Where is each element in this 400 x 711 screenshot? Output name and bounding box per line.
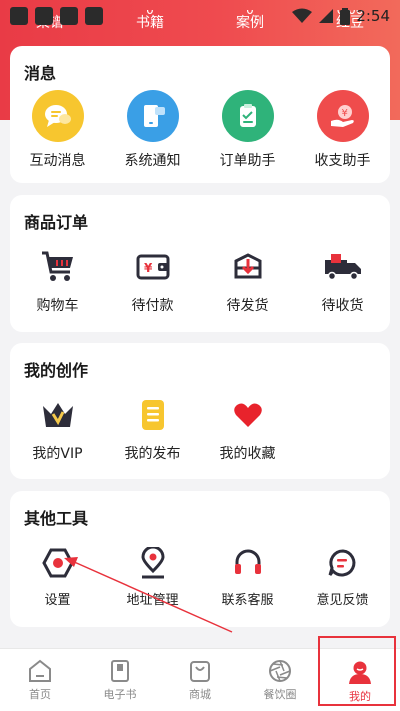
notification-icon (35, 7, 53, 25)
headset-icon (228, 543, 268, 583)
nav-dining-circle[interactable]: 餐饮圈 (240, 649, 320, 711)
location-pin-icon (133, 543, 173, 583)
orders-card: 商品订单 购物车 ¥ 待付款 待发货 待收货 (10, 195, 390, 332)
settings-item[interactable]: 设置 (10, 543, 105, 608)
customer-service-label: 联系客服 (221, 593, 274, 608)
notification-icon (60, 7, 78, 25)
system-notice-label: 系统通知 (124, 153, 181, 169)
tools-title: 其他工具 (24, 509, 89, 528)
delivery-truck-icon (323, 247, 363, 287)
settings-label: 设置 (44, 593, 71, 608)
pending-payment-label: 待付款 (131, 298, 174, 314)
creations-title: 我的创作 (24, 361, 89, 380)
phone-notification-icon (126, 90, 179, 142)
chat-bubble-icon (31, 90, 84, 142)
status-time: 2:54 (356, 7, 390, 25)
my-favorites-item[interactable]: 我的收藏 (200, 395, 295, 463)
interactive-messages-label: 互动消息 (29, 153, 86, 169)
home-icon (29, 659, 51, 682)
address-management-label: 地址管理 (126, 593, 179, 608)
notification-icon (10, 7, 28, 25)
pending-receipt-label: 待收货 (321, 298, 364, 314)
money-hand-icon: ¥ (316, 90, 369, 142)
battery-icon (340, 7, 351, 25)
system-notice-item[interactable]: 系统通知 (105, 90, 200, 170)
nav-mall-label: 商城 (189, 688, 211, 701)
feedback-icon (323, 543, 363, 583)
shopping-cart-icon (38, 247, 78, 287)
interactive-messages-item[interactable]: 互动消息 (10, 90, 105, 170)
address-management-item[interactable]: 地址管理 (105, 543, 200, 608)
wifi-icon (292, 8, 313, 23)
pending-receipt-item[interactable]: 待收货 (295, 247, 390, 315)
messages-title: 消息 (24, 64, 57, 83)
nav-mall[interactable]: 商城 (160, 649, 240, 711)
clipboard-check-icon (221, 90, 274, 142)
feedback-label: 意见反馈 (316, 593, 369, 608)
ebook-icon (111, 660, 129, 682)
my-posts-item[interactable]: 我的发布 (105, 395, 200, 463)
shopping-bag-icon (190, 661, 210, 682)
pending-shipment-label: 待发货 (226, 298, 269, 314)
package-icon (228, 247, 268, 287)
document-icon (133, 395, 173, 435)
status-bar: 2:54 (0, 0, 400, 32)
nav-dining-circle-label: 餐饮圈 (263, 688, 297, 701)
settings-icon (38, 543, 78, 583)
wallet-icon: ¥ (133, 247, 173, 287)
nav-ebook-label: 电子书 (103, 688, 137, 701)
notification-icon (85, 7, 103, 25)
svg-text:¥: ¥ (144, 261, 153, 275)
signal-icon (319, 9, 334, 23)
pending-shipment-item[interactable]: 待发货 (200, 247, 295, 315)
nav-home[interactable]: 首页 (0, 649, 80, 711)
customer-service-item[interactable]: 联系客服 (200, 543, 295, 608)
messages-card: 消息 互动消息 系统通知 订单助手 ¥ 收支助手 (10, 46, 390, 183)
nav-ebook[interactable]: 电子书 (80, 649, 160, 711)
shopping-cart-item[interactable]: 购物车 (10, 247, 105, 315)
creations-card: 我的创作 我的VIP 我的发布 我的收藏 (10, 343, 390, 479)
vip-crown-icon (38, 395, 78, 435)
pending-payment-item[interactable]: ¥ 待付款 (105, 247, 200, 315)
finance-assistant-item[interactable]: ¥ 收支助手 (295, 90, 390, 170)
my-favorites-label: 我的收藏 (219, 446, 276, 462)
my-posts-label: 我的发布 (124, 446, 181, 462)
svg-text:¥: ¥ (341, 108, 347, 119)
my-vip-item[interactable]: 我的VIP (10, 395, 105, 463)
aperture-icon (269, 660, 291, 682)
feedback-item[interactable]: 意见反馈 (295, 543, 390, 608)
shopping-cart-label: 购物车 (36, 298, 79, 314)
order-assistant-label: 订单助手 (219, 153, 276, 169)
finance-assistant-label: 收支助手 (314, 153, 371, 169)
annotation-highlight-box (318, 636, 396, 706)
tools-card: 其他工具 设置 地址管理 联系客服 意见反馈 (10, 491, 390, 627)
heart-icon (228, 395, 268, 435)
nav-home-label: 首页 (29, 688, 51, 701)
orders-title: 商品订单 (24, 213, 89, 232)
order-assistant-item[interactable]: 订单助手 (200, 90, 295, 170)
my-vip-label: 我的VIP (32, 446, 83, 462)
